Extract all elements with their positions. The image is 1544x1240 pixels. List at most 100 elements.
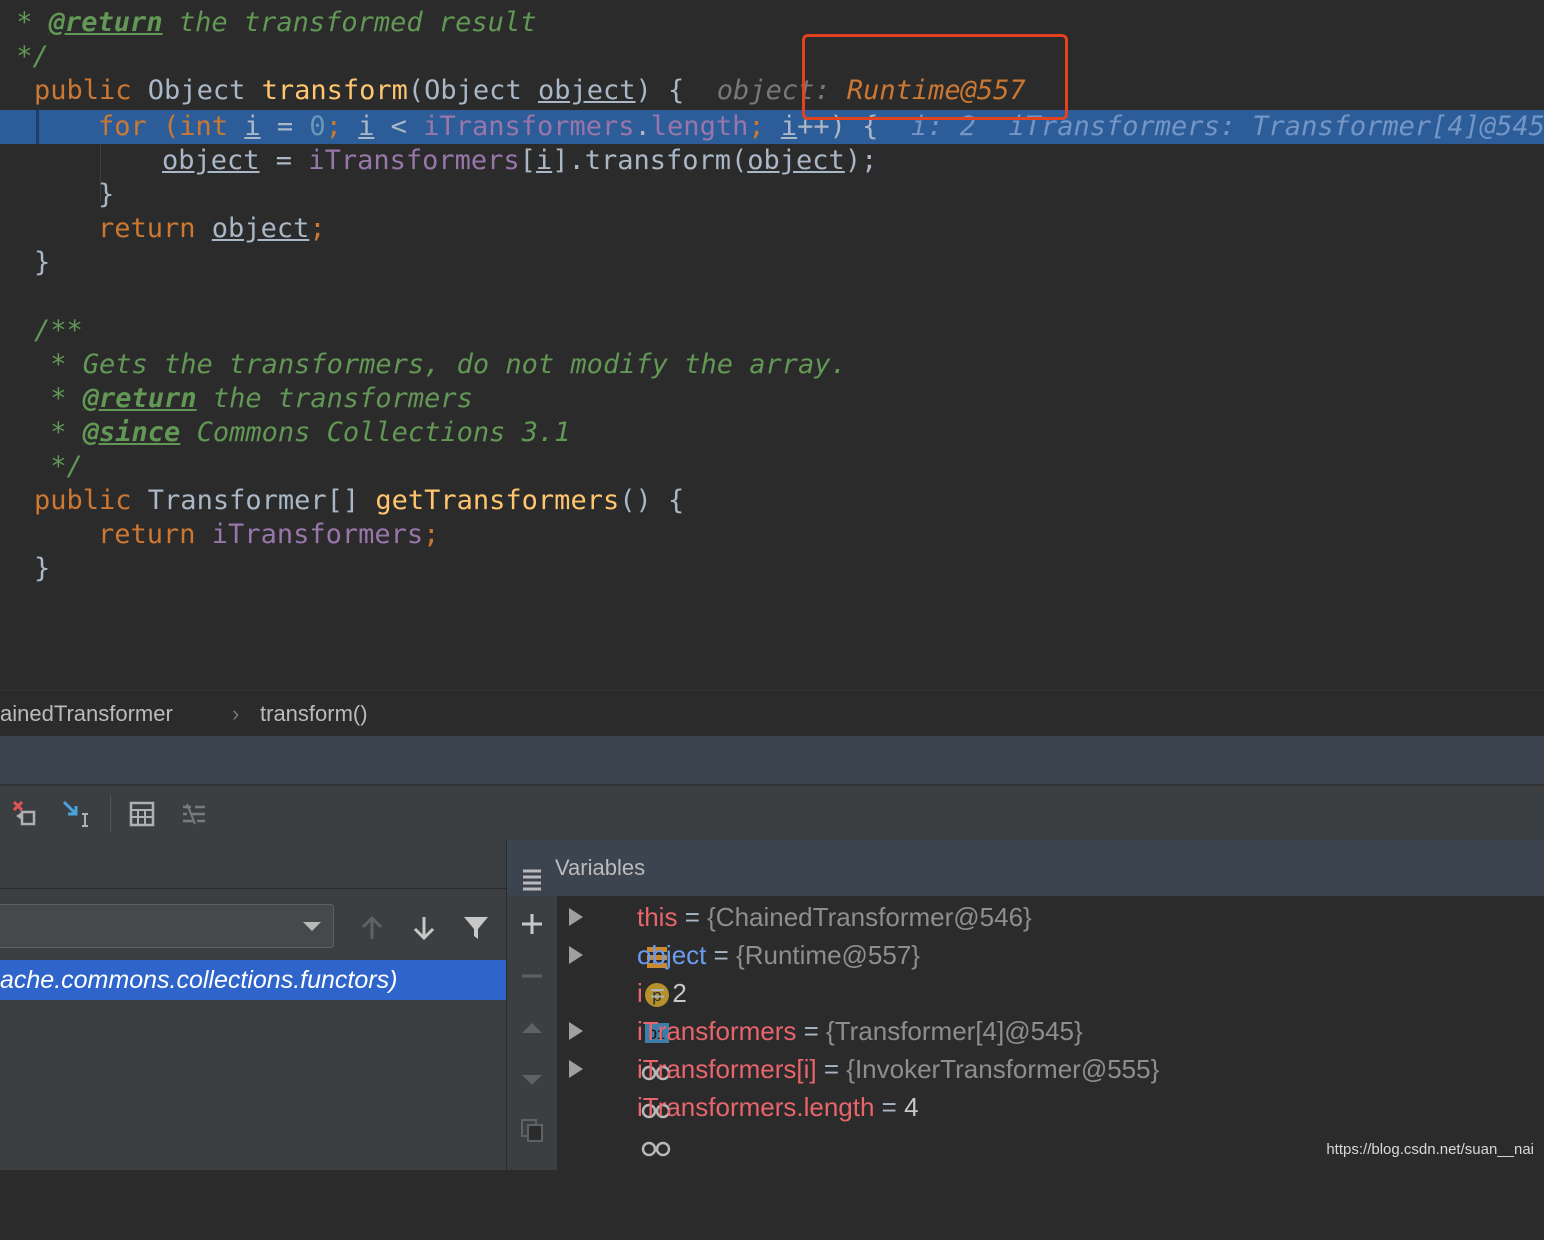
signature-close: ) { [635,75,685,106]
semicolon: ; [423,519,440,550]
remove-watch-icon[interactable] [512,956,552,996]
code-line-close-get: } [34,552,50,586]
stack-frame-selected[interactable]: ache.commons.collections.functors) [0,960,506,1000]
move-up-icon[interactable] [512,1008,552,1048]
add-watch-icon[interactable] [512,904,552,944]
evaluate-expression-icon[interactable] [122,794,162,834]
thread-selector-dropdown[interactable] [0,904,334,948]
duplicate-watch-icon[interactable] [512,1110,552,1150]
brace: } [34,553,51,584]
variable-equals: = [796,1016,827,1046]
drop-frame-icon[interactable] [4,794,44,834]
code-line-doc-start: /** [34,314,83,348]
op-assign: = [260,111,310,142]
keyword-public: public [34,485,148,516]
doc-tag-return: @return [82,383,197,414]
signature-close: () { [619,485,685,516]
field-itransformers: iTransformers [423,111,635,142]
keyword-public: public [34,75,148,106]
method-name-gettransformers: getTransformers [375,485,620,516]
trace-stream-icon[interactable] [174,794,214,834]
watermark: https://blog.csdn.net/suan__nai [1326,1141,1534,1158]
variable-name: iTransformers[i] [637,1054,817,1084]
param-object: object [537,75,636,106]
keyword-return: return [98,213,212,244]
run-to-cursor-icon[interactable] [56,794,96,834]
arrow-down-icon[interactable] [404,908,444,948]
variable-row-itransformers[interactable]: iTransformers = {Transformer[4]@545} [557,1012,1083,1081]
variable-name: iTransformers.length [637,1092,875,1122]
variable-row-itransformers-length[interactable]: iTransformers.length = 4 [557,1088,919,1157]
toolbar-separator [110,796,111,832]
paren: ( [163,111,180,142]
call-close: ); [844,145,878,176]
variables-panel-header: Variables [507,840,1544,896]
code-line-1: * @return the transformed result [0,6,536,40]
doc-end: */ [0,41,49,72]
arrow-up-icon[interactable] [352,908,392,948]
filter-icon[interactable] [456,908,496,948]
variable-value: 4 [904,1092,919,1122]
method-name-transform: transform [261,75,408,106]
breadcrumb-method[interactable]: transform() [260,691,368,737]
code-editor[interactable]: * @return the transformed result */ publ… [0,0,1544,690]
variable-row-itransformers-i[interactable]: iTransformers[i] = {InvokerTransformer@5… [557,1050,1159,1119]
variable-equals: = [816,1054,847,1084]
variable-equals: = [706,940,737,970]
brace: } [34,247,51,278]
var-object: object [211,213,310,244]
doc-star: * [34,417,83,448]
doc-text: the transformers [196,383,473,414]
expand-triangle-icon[interactable] [569,1060,583,1078]
debug-tool-window-header [0,736,1544,784]
variables-side-toolbar [507,896,558,1170]
breadcrumb-class[interactable]: ainedTransformer [0,691,173,737]
var-object: object [162,145,260,176]
op-assign: = [259,145,309,176]
frames-panel-header [0,840,506,889]
brace: } [98,179,115,210]
var-i: i [244,111,261,142]
annotation-red-box [802,34,1068,120]
code-line-doc-return: * @return the transformers [34,382,473,416]
variable-name: this [637,902,678,932]
variable-name: iTransformers [637,1016,797,1046]
move-down-icon[interactable] [512,1060,552,1100]
primitive-icon: 01 [601,980,670,1043]
frames-panel: ache.commons.collections.functors) [0,840,507,1170]
code-line-doc-end: */ [34,450,83,484]
code-line-doc-desc: * Gets the transformers, do not modify t… [34,348,847,382]
field-itransformers: iTransformers [211,519,424,550]
expand-triangle-icon[interactable] [569,1022,583,1040]
field-stack-icon [601,904,668,968]
param-type: (Object [407,75,538,106]
variable-row-object[interactable]: p object = {Runtime@557} [557,936,920,1007]
var-object: object [747,145,845,176]
variable-row-i[interactable]: 01 i = 2 [557,974,687,1043]
doc-text: * Gets the transformers, do not modify t… [34,349,847,380]
watch-icon [597,1018,671,1081]
variable-equals: = [874,1092,905,1122]
variable-value: {Runtime@557} [736,940,920,970]
keyword-for: for [98,111,164,142]
variable-equals: = [642,978,673,1008]
chevron-down-icon [303,922,321,931]
code-line-2: */ [0,40,49,74]
semicolon: ; [748,111,781,142]
expand-triangle-icon[interactable] [569,946,583,964]
var-i: i [780,111,798,142]
inline-debug-hint-itransformers: iTransformers: Transformer[4]@545 [1008,111,1544,142]
code-line-get-signature: public Transformer[] getTransformers() { [34,484,684,518]
dot: . [634,111,651,142]
var-i: i [535,145,553,176]
doc-text: the transformed result [162,7,537,38]
type-object: Object [147,75,262,106]
debug-toolbar [0,784,1544,842]
code-line-close-for: } [98,178,114,212]
expand-triangle-icon[interactable] [569,908,583,926]
variable-row-this[interactable]: this = {ChainedTransformer@546} [557,898,1032,968]
variable-value: 2 [672,978,687,1008]
watch-icon [597,1094,671,1157]
method-call-transform: ].transform( [552,145,748,176]
variable-name: object [637,940,707,970]
